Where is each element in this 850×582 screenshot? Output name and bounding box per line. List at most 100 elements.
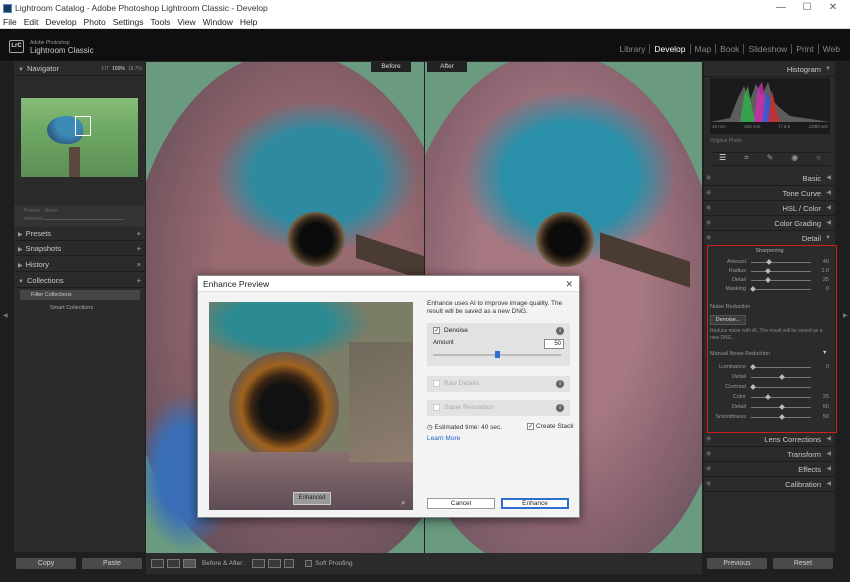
create-stack-checkbox[interactable]: ✓ [527,423,534,430]
info-icon[interactable]: i [556,327,564,335]
raw-details-label: Raw Details [444,380,479,387]
section-transform[interactable]: ◉ Transform ◀ [704,447,835,462]
amount-slider-thumb[interactable] [495,351,500,358]
exif-row: 10 mm 200 mm f / 5.6 1/800 sec [712,124,828,129]
navigator-header[interactable]: ▼ Navigator FIT 100% 18.7% [14,62,145,76]
menu-file[interactable]: File [3,17,17,27]
collections-header[interactable]: ▼ Collections + [14,274,145,288]
navigator-preview[interactable] [21,98,138,177]
add-snapshot-icon[interactable]: + [137,242,141,256]
histogram-header[interactable]: Histogram ▼ [704,62,835,77]
visibility-icon[interactable]: ◉ [706,216,711,231]
snapshots-header[interactable]: ▶ Snapshots + [14,242,145,256]
collapse-triangle-icon: ▼ [18,279,24,285]
section-effects[interactable]: ◉ Effects ◀ [704,462,835,477]
maximize-button[interactable]: ☐ [794,0,820,16]
paste-button[interactable]: Paste [82,558,142,569]
enhance-preview-image[interactable]: Enhanced ⌕ [209,302,413,510]
histogram[interactable]: 10 mm 200 mm f / 5.6 1/800 sec [710,78,830,134]
visibility-icon[interactable]: ◉ [706,201,711,216]
left-panel-toggle-icon[interactable]: ◀ [3,312,8,319]
zoom-custom[interactable]: 18.7% [128,66,142,72]
history-header[interactable]: ▶ History × [14,258,145,272]
menu-develop[interactable]: Develop [45,17,76,27]
copy-button[interactable]: Copy [16,558,76,569]
swap-icon[interactable] [252,559,266,568]
original-photo-toggle[interactable]: Original Photo [710,138,742,144]
super-resolution-label: Super Resolution [444,404,494,411]
visibility-icon[interactable]: ◉ [706,462,711,477]
section-tone-curve[interactable]: ◉ Tone Curve ◀ [704,186,835,201]
zoom-magnifier-icon[interactable]: ⌕ [401,498,405,508]
visibility-icon[interactable]: ◉ [706,231,711,246]
visibility-icon[interactable]: ◉ [706,432,711,447]
dialog-titlebar: Enhance Preview ✕ [198,276,579,292]
zoom-100[interactable]: 100% [112,66,125,72]
module-print[interactable]: Print [792,44,819,54]
clear-history-icon[interactable]: × [137,258,141,272]
dialog-close-icon[interactable]: ✕ [565,276,573,292]
denoise-checkbox[interactable]: ✓ [433,327,440,334]
info-icon[interactable]: i [556,380,564,388]
close-window-button[interactable]: ✕ [820,0,846,16]
previous-button[interactable]: Previous [707,558,767,569]
collection-item[interactable]: Filter Collections [20,290,140,300]
compare-view-icon[interactable] [167,559,180,568]
section-detail[interactable]: ◉ Detail ▼ [704,231,835,246]
before-after-view-icon[interactable] [183,559,196,568]
edit-sliders-icon[interactable]: ☰ [719,153,726,165]
cancel-button[interactable]: Cancel [427,498,495,509]
healing-icon[interactable]: ✎ [767,153,774,165]
amount-faint-track[interactable] [44,219,124,220]
menu-window[interactable]: Window [203,17,233,27]
split-icon[interactable] [284,559,295,568]
menu-edit[interactable]: Edit [24,17,39,27]
expand-triangle-icon: ◀ [826,481,831,487]
section-basic[interactable]: ◉ Basic ◀ [704,171,835,186]
section-color-grading[interactable]: ◉ Color Grading ◀ [704,216,835,231]
collection-item[interactable]: Smart Collections [20,303,140,313]
masking-icon[interactable]: ○ [816,153,821,165]
right-panel-toggle-icon[interactable]: ▶ [843,312,848,319]
section-calibration[interactable]: ◉ Calibration ◀ [704,477,835,492]
add-collection-icon[interactable]: + [137,274,141,288]
module-library[interactable]: Library [615,44,651,54]
super-resolution-checkbox[interactable] [433,404,440,411]
section-lens-corrections[interactable]: ◉ Lens Corrections ◀ [704,432,835,447]
learn-more-link[interactable]: Learn More [427,435,460,442]
menu-help[interactable]: Help [240,17,257,27]
zoom-region-box[interactable] [75,116,91,136]
amount-input[interactable]: 50 [544,339,564,349]
visibility-icon[interactable]: ◉ [706,171,711,186]
module-map[interactable]: Map [691,44,717,54]
enhanced-badge[interactable]: Enhanced [293,492,331,505]
section-hsl[interactable]: ◉ HSL / Color ◀ [704,201,835,216]
menu-photo[interactable]: Photo [84,17,106,27]
red-eye-icon[interactable]: ◉ [791,153,798,165]
module-develop[interactable]: Develop [650,44,691,54]
copy-settings-icon[interactable] [268,559,282,568]
estimate-label: Estimated time: 40 sec. [434,424,503,431]
module-web[interactable]: Web [819,44,844,54]
menu-tools[interactable]: Tools [150,17,170,27]
menu-settings[interactable]: Settings [113,17,144,27]
crop-icon[interactable]: ⌗ [744,153,749,165]
module-slideshow[interactable]: Slideshow [744,44,793,54]
module-book[interactable]: Book [716,44,745,54]
zoom-fit[interactable]: FIT [102,66,110,72]
soft-proofing-checkbox[interactable] [305,560,313,567]
enhance-button[interactable]: Enhance [501,498,569,509]
loupe-view-icon[interactable] [151,559,164,568]
info-icon[interactable]: i [556,404,564,412]
visibility-icon[interactable]: ◉ [706,447,711,462]
tool-strip: ☰ ⌗ ✎ ◉ ○ [710,152,830,166]
minimize-button[interactable]: — [768,0,794,16]
before-label: Before [371,62,411,72]
visibility-icon[interactable]: ◉ [706,477,711,492]
reset-button[interactable]: Reset [773,558,833,569]
menu-view[interactable]: View [177,17,195,27]
presets-header[interactable]: ▶ Presets + [14,227,145,241]
visibility-icon[interactable]: ◉ [706,186,711,201]
raw-details-checkbox[interactable] [433,380,440,387]
add-preset-icon[interactable]: + [137,227,141,241]
